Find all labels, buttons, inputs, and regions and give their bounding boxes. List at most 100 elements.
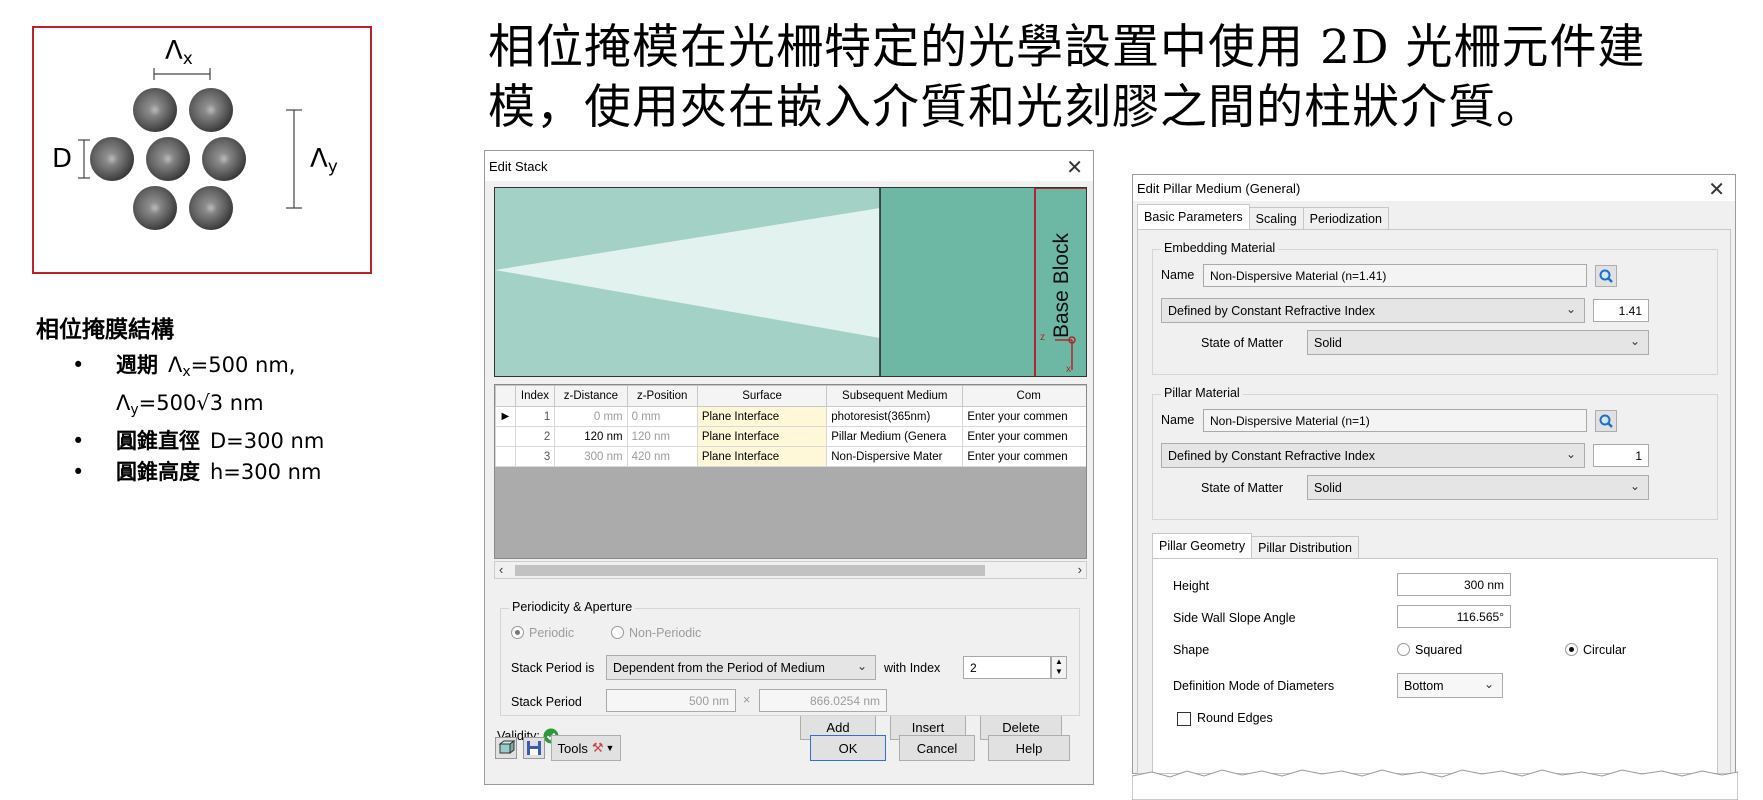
tools-menu-button[interactable]: Tools ⚒ ▼ xyxy=(551,735,621,761)
view-3d-icon[interactable] xyxy=(495,737,517,759)
embedding-name-field: Non-Dispersive Material (n=1.41) xyxy=(1203,264,1587,287)
row-selector[interactable] xyxy=(495,446,516,467)
slope-angle-input[interactable]: 116.565° xyxy=(1397,605,1511,628)
index-spinner[interactable]: ▲ ▼ xyxy=(1051,656,1067,679)
row-medium[interactable]: Pillar Medium (Genera xyxy=(826,426,964,447)
cone xyxy=(202,137,246,181)
height-label: Height xyxy=(1173,579,1210,593)
row-comment[interactable]: Enter your commen xyxy=(962,426,1086,447)
stack-grid: Index z-Distance z-Position Surface Subs… xyxy=(495,385,1086,467)
diameter-mode-label: Definition Mode of Diameters xyxy=(1173,679,1335,693)
chevron-down-icon: ⌄ xyxy=(1629,479,1640,493)
tab-pillar-distribution[interactable]: Pillar Distribution xyxy=(1251,536,1359,558)
row-selector[interactable] xyxy=(495,426,516,447)
periodicity-group: Periodicity & Aperture Periodic Non-Peri… xyxy=(500,600,1080,716)
cone xyxy=(90,137,134,181)
horizontal-scrollbar[interactable]: ‹ › xyxy=(494,561,1087,579)
cone xyxy=(146,137,190,181)
shape-squared-radio[interactable]: Squared xyxy=(1397,643,1462,657)
scroll-left-icon[interactable]: ‹ xyxy=(499,562,503,577)
period-bullet: • 週期 Λx=500 nm, Λy=500√3 nm xyxy=(72,353,296,418)
tab-periodization[interactable]: Periodization xyxy=(1302,207,1389,229)
state-of-matter-label: State of Matter xyxy=(1201,336,1283,350)
spin-down-icon[interactable]: ▼ xyxy=(1052,667,1066,677)
help-button[interactable]: Help xyxy=(988,735,1070,761)
row-z-distance[interactable]: 300 nm xyxy=(554,446,628,467)
spin-up-icon[interactable]: ▲ xyxy=(1052,657,1066,667)
row-comment[interactable]: Enter your commen xyxy=(962,406,1086,427)
axis-x-label: x xyxy=(1066,364,1071,375)
name-label: Name xyxy=(1161,413,1195,427)
embedding-definition-select[interactable]: Defined by Constant Refractive Index ⌄ xyxy=(1161,298,1585,323)
tab-basic-parameters[interactable]: Basic Parameters xyxy=(1137,204,1250,229)
height-bullet: • 圓錐高度 h=300 nm xyxy=(72,460,322,484)
tab-scaling[interactable]: Scaling xyxy=(1248,207,1304,229)
stack-period-mode-select[interactable]: Dependent from the Period of Medium ⌄ xyxy=(606,655,876,680)
height-input[interactable]: 300 nm xyxy=(1397,573,1511,596)
col-header-subsequent-medium[interactable]: Subsequent Medium xyxy=(826,385,964,407)
col-header-surface[interactable]: Surface xyxy=(696,385,828,407)
close-icon[interactable]: ✕ xyxy=(1708,177,1725,202)
stack-period-label: Stack Period xyxy=(511,695,582,709)
diameter-mode-select[interactable]: Bottom ⌄ xyxy=(1397,673,1503,698)
embedding-state-select[interactable]: Solid ⌄ xyxy=(1307,330,1649,355)
row-z-distance[interactable]: 120 nm xyxy=(554,426,628,447)
row-index: 3 xyxy=(514,446,556,467)
round-edges-checkbox[interactable] xyxy=(1177,712,1191,726)
lambda-y-label: Λy xyxy=(310,144,338,177)
pillar-search-button[interactable] xyxy=(1595,410,1617,432)
col-header-z-position[interactable]: z-Position xyxy=(626,385,698,407)
radio-icon xyxy=(611,626,624,639)
chevron-down-icon: ⌄ xyxy=(1629,334,1640,348)
col-header-z-distance[interactable]: z-Distance xyxy=(554,385,628,407)
tab-pillar-geometry[interactable]: Pillar Geometry xyxy=(1152,533,1253,558)
table-row[interactable]: ▶ 1 0 mm 0 mm Plane Interface photoresis… xyxy=(495,406,1086,427)
col-header-index[interactable]: Index xyxy=(514,385,556,407)
close-icon[interactable]: ✕ xyxy=(1066,155,1083,180)
times-sign: × xyxy=(743,693,751,707)
non-periodic-radio[interactable]: Non-Periodic xyxy=(611,626,701,640)
row-surface[interactable]: Plane Interface xyxy=(696,406,828,427)
cancel-button[interactable]: Cancel xyxy=(899,735,975,761)
table-header-row: Index z-Distance z-Position Surface Subs… xyxy=(495,385,1086,407)
row-medium[interactable]: photoresist(365nm) xyxy=(826,406,964,427)
structure-title: 相位掩膜結構 xyxy=(36,317,174,343)
row-z-distance[interactable]: 0 mm xyxy=(554,406,628,427)
stack-period-x-field: 500 nm xyxy=(606,689,736,712)
stack-period-is-label: Stack Period is xyxy=(511,661,595,675)
axis-z-label: z xyxy=(1040,332,1045,343)
row-selector[interactable]: ▶ xyxy=(495,406,516,427)
scroll-right-icon[interactable]: › xyxy=(1078,562,1082,577)
torn-edge-decoration xyxy=(1132,769,1738,800)
col-header-comment[interactable]: Com xyxy=(962,385,1086,407)
row-surface[interactable]: Plane Interface xyxy=(696,446,828,467)
row-medium[interactable]: Non-Dispersive Mater xyxy=(826,446,964,467)
chevron-down-icon: ▼ xyxy=(605,743,615,753)
pillar-definition-select[interactable]: Defined by Constant Refractive Index ⌄ xyxy=(1161,443,1585,468)
stack-period-y-field: 866.0254 nm xyxy=(759,689,887,712)
table-row[interactable]: 3 300 nm 420 nm Plane Interface Non-Disp… xyxy=(495,446,1086,467)
row-comment[interactable]: Enter your commen xyxy=(962,446,1086,467)
stack-footer: Tools ⚒ ▼ OK Cancel Help xyxy=(485,728,1093,784)
edit-stack-titlebar: Edit Stack ✕ xyxy=(485,151,1093,181)
embedding-search-button[interactable] xyxy=(1595,265,1617,287)
pillar-index-input[interactable]: 1 xyxy=(1593,444,1649,467)
slope-angle-label: Side Wall Slope Angle xyxy=(1173,611,1296,625)
embedding-index-input[interactable]: 1.41 xyxy=(1593,299,1649,322)
pillar-state-select[interactable]: Solid ⌄ xyxy=(1307,475,1649,500)
row-surface[interactable]: Plane Interface xyxy=(696,426,828,447)
table-row[interactable]: 2 120 nm 120 nm Plane Interface Pillar M… xyxy=(495,426,1086,447)
with-index-label: with Index xyxy=(884,661,941,675)
save-icon[interactable] xyxy=(523,737,545,759)
pillar-material-title: Pillar Material xyxy=(1161,386,1243,400)
with-index-input[interactable]: 2 xyxy=(963,656,1051,679)
shape-circular-radio[interactable]: Circular xyxy=(1565,643,1626,657)
scrollbar-thumb[interactable] xyxy=(515,565,985,576)
row-z-position: 120 nm xyxy=(626,426,698,447)
periodic-radio[interactable]: Periodic xyxy=(511,626,574,640)
ok-button[interactable]: OK xyxy=(810,735,886,761)
pillar-titlebar: Edit Pillar Medium (General) ✕ xyxy=(1133,175,1735,201)
row-z-position: 420 nm xyxy=(626,446,698,467)
chevron-down-icon: ⌄ xyxy=(856,659,867,673)
structure-description: 相位掩膜結構 • 週期 Λx=500 nm, Λy=500√3 nm • 圓錐直徑… xyxy=(36,310,406,488)
